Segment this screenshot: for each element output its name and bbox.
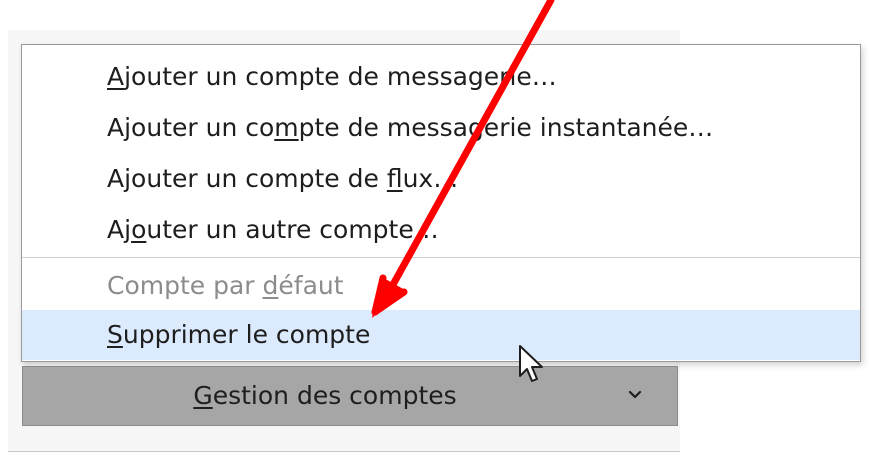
menu-item-accesskey: d [262, 271, 279, 300]
screenshot-stage: Ajouter un compte de messagerie… Ajouter… [0, 0, 869, 459]
menu-item-accesskey: A [107, 62, 125, 91]
menu-item-label-post: lux… [402, 164, 459, 193]
menu-item-label-pre: Aj [107, 215, 132, 244]
menu-separator [22, 257, 860, 258]
menu-item-accesskey: f [386, 164, 403, 193]
menu-item-label-post: éfaut [278, 271, 344, 300]
account-actions-menu: Ajouter un compte de messagerie… Ajouter… [21, 44, 861, 362]
menu-item-add-mail-account[interactable]: Ajouter un compte de messagerie… [22, 52, 860, 101]
menu-item-label-post: jouter un compte de messagerie… [124, 62, 557, 91]
menu-item-label-post: upprimer le compte [122, 320, 371, 349]
menu-item-label-post: uter un autre compte… [146, 215, 439, 244]
menu-item-label-pre: Ajouter un co [107, 113, 275, 142]
panel-divider [8, 451, 680, 452]
account-actions-button-label: Gestion des comptes [193, 367, 456, 425]
menu-item-accesskey: o [131, 215, 147, 244]
menu-item-accesskey: m [274, 113, 299, 142]
menu-item-add-other-account[interactable]: Ajouter un autre compte… [22, 205, 860, 254]
button-label-post: estion des comptes [212, 381, 457, 410]
account-actions-button[interactable]: Gestion des comptes [22, 366, 678, 426]
menu-item-label-pre: Ajouter un compte de [107, 164, 387, 193]
button-accesskey: G [193, 381, 213, 410]
menu-item-default-account: Compte par défaut [22, 261, 860, 310]
menu-item-accesskey: S [107, 320, 123, 349]
menu-item-label-pre: Compte par [107, 271, 263, 300]
menu-item-add-feed-account[interactable]: Ajouter un compte de flux… [22, 154, 860, 203]
chevron-down-icon [628, 390, 642, 399]
menu-item-add-chat-account[interactable]: Ajouter un compte de messagerie instanta… [22, 103, 860, 152]
menu-item-remove-account[interactable]: Supprimer le compte [22, 310, 860, 360]
menu-item-label-post: pte de messagerie instantanée… [298, 113, 714, 142]
